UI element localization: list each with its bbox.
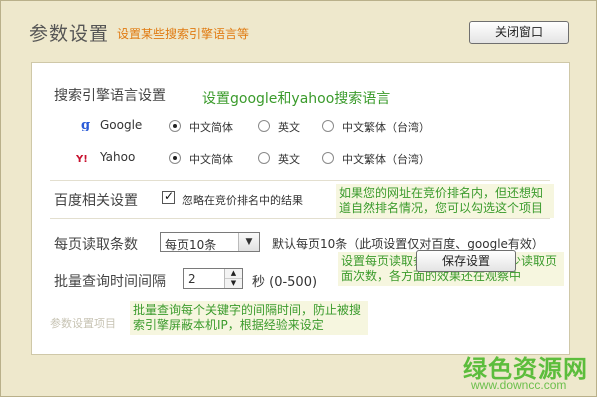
interval-value: 2 — [188, 272, 196, 286]
svg-text:Y!: Y! — [76, 154, 88, 164]
yahoo-radio-english-label: 英文 — [278, 153, 300, 166]
yahoo-radio-english[interactable] — [258, 152, 270, 164]
settings-window: 参数设置 设置某些搜索引擎语言等 关闭窗口 搜索引擎语言设置 设置google和… — [0, 0, 597, 397]
faded-footer-text: 参数设置项目 — [50, 317, 116, 330]
google-radio-traditional[interactable] — [322, 120, 334, 132]
google-radio-simplified[interactable] — [169, 120, 181, 132]
page-title: 参数设置 — [29, 23, 110, 45]
yahoo-radio-traditional[interactable] — [322, 152, 334, 164]
close-window-button[interactable]: 关闭窗口 — [469, 21, 569, 44]
stepper-buttons: ▲ ▼ — [224, 269, 242, 288]
interval-callout: 批量查询每个关键字的间隔时间，防止被搜索引擎屏蔽本机IP，根据经验来设定 — [130, 301, 368, 335]
language-note: 设置google和yahoo搜索语言 — [202, 91, 391, 107]
chevron-down-icon[interactable]: ▼ — [238, 233, 259, 251]
interval-unit: 秒 (0-500) — [252, 275, 318, 290]
ignore-paid-results-checkbox[interactable]: ✓ — [162, 189, 175, 204]
google-radio-english[interactable] — [258, 120, 270, 132]
checkmark-icon: ✓ — [164, 189, 175, 203]
interval-stepper[interactable]: 2 ▲ ▼ — [183, 268, 243, 289]
yahoo-radio-simplified[interactable] — [169, 152, 181, 164]
per-page-label: 每页读取条数 — [54, 237, 138, 253]
yahoo-icon: Y! — [76, 154, 88, 164]
save-settings-button[interactable]: 保存设置 — [416, 250, 516, 272]
google-radio-traditional-label: 中文繁体（台湾） — [342, 121, 430, 134]
divider — [50, 180, 550, 181]
language-section-label: 搜索引擎语言设置 — [54, 88, 166, 104]
google-radio-english-label: 英文 — [278, 121, 300, 134]
baidu-section-label: 百度相关设置 — [54, 193, 138, 209]
settings-panel: 搜索引擎语言设置 设置google和yahoo搜索语言 g Google 中文简… — [31, 62, 570, 355]
svg-text:g: g — [81, 118, 90, 131]
google-g-icon: g — [81, 118, 90, 131]
page-subtitle: 设置某些搜索引擎语言等 — [117, 27, 250, 41]
google-engine-label: Google — [100, 118, 143, 132]
watermark-url: www.downcc.com — [471, 378, 567, 392]
yahoo-radio-simplified-label: 中文简体 — [189, 153, 233, 166]
per-page-select-value: 每页10条 — [165, 238, 217, 252]
interval-label: 批量查询时间间隔 — [54, 274, 166, 290]
baidu-callout: 如果您的网址在竞价排名内，但还想知道自然排名情况，您可以勾选这个项目 — [336, 184, 554, 218]
stepper-down-icon[interactable]: ▼ — [225, 279, 242, 288]
yahoo-radio-traditional-label: 中文繁体（台湾） — [342, 153, 430, 166]
divider — [50, 218, 550, 219]
per-page-select[interactable]: 每页10条 ▼ — [160, 232, 260, 252]
google-radio-simplified-label: 中文简体 — [189, 121, 233, 134]
ignore-paid-results-label: 忽略在竞价排名中的结果 — [182, 194, 303, 207]
stepper-up-icon[interactable]: ▲ — [225, 269, 242, 279]
yahoo-engine-label: Yahoo — [100, 150, 136, 164]
